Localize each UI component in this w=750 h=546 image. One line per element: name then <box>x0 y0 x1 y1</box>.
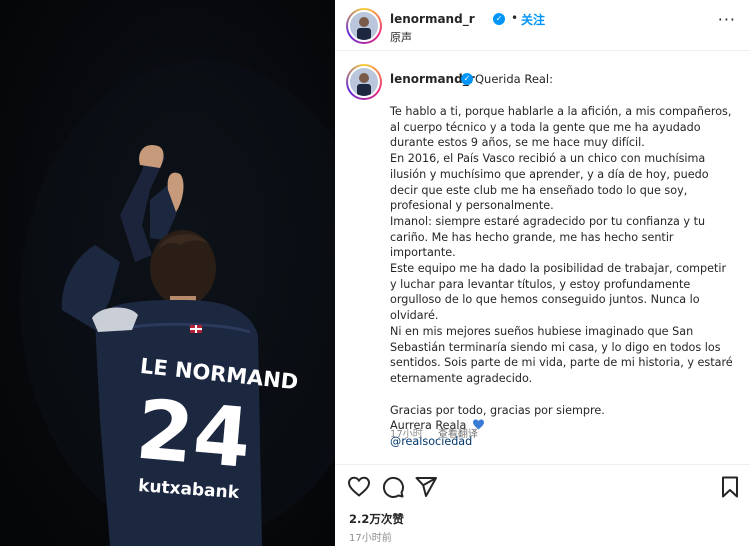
caption-paragraph: Te hablo a ti, porque hablarle a la afic… <box>390 105 732 150</box>
caption-section: lenormand_r ✓ Querida Real: Te hablo a t… <box>335 52 750 456</box>
caption-closing: Gracias por todo, gracias por siempre. <box>390 403 605 417</box>
more-icon[interactable]: ··· <box>718 10 736 29</box>
action-bar <box>335 464 750 508</box>
audio-label[interactable]: 原声 <box>390 29 412 45</box>
caption-paragraph: Imanol: siempre estaré agradecido por tu… <box>390 214 706 260</box>
post-detail-panel: lenormand_r ✓ • 关注 原声 ··· lenormand_r ✓ … <box>335 0 750 546</box>
caption-text: Te hablo a ti, porque hablarle a la afic… <box>390 104 735 450</box>
caption-meta: 17小时 查看翻译 <box>390 425 478 440</box>
bookmark-icon[interactable] <box>718 475 742 499</box>
post-photo[interactable]: LE NORMAND 24 kutxabank <box>0 0 335 546</box>
caption-paragraph: Este equipo me ha dado la posibilidad de… <box>390 262 727 323</box>
share-icon[interactable] <box>414 475 438 499</box>
username-link[interactable]: lenormand_r <box>390 12 475 26</box>
caption-paragraph: En 2016, el País Vasco recibió a un chic… <box>390 152 709 213</box>
follow-button[interactable]: 关注 <box>521 11 545 28</box>
avatar-image <box>350 68 378 96</box>
verified-icon: ✓ <box>493 13 505 25</box>
avatar[interactable] <box>346 8 382 44</box>
jersey-number: 24 <box>133 382 255 487</box>
post-timestamp[interactable]: 17小时前 <box>349 529 392 544</box>
caption-avatar[interactable] <box>346 64 382 100</box>
verified-icon: ✓ <box>461 73 473 85</box>
heart-icon[interactable] <box>347 475 371 499</box>
caption-greeting: Querida Real: <box>475 72 554 86</box>
caption-paragraph: Ni en mis mejores sueños hubiese imagina… <box>390 324 733 385</box>
caption-time[interactable]: 17小时 <box>390 429 423 440</box>
avatar-image <box>350 12 378 40</box>
post-header: lenormand_r ✓ • 关注 原声 ··· <box>335 0 750 51</box>
like-count[interactable]: 2.2万次赞 <box>349 511 404 527</box>
player-illustration: LE NORMAND 24 kutxabank <box>20 60 335 546</box>
separator-dot: • <box>511 11 519 25</box>
see-translation-button[interactable]: 查看翻译 <box>438 429 478 440</box>
comment-icon[interactable] <box>381 475 405 499</box>
